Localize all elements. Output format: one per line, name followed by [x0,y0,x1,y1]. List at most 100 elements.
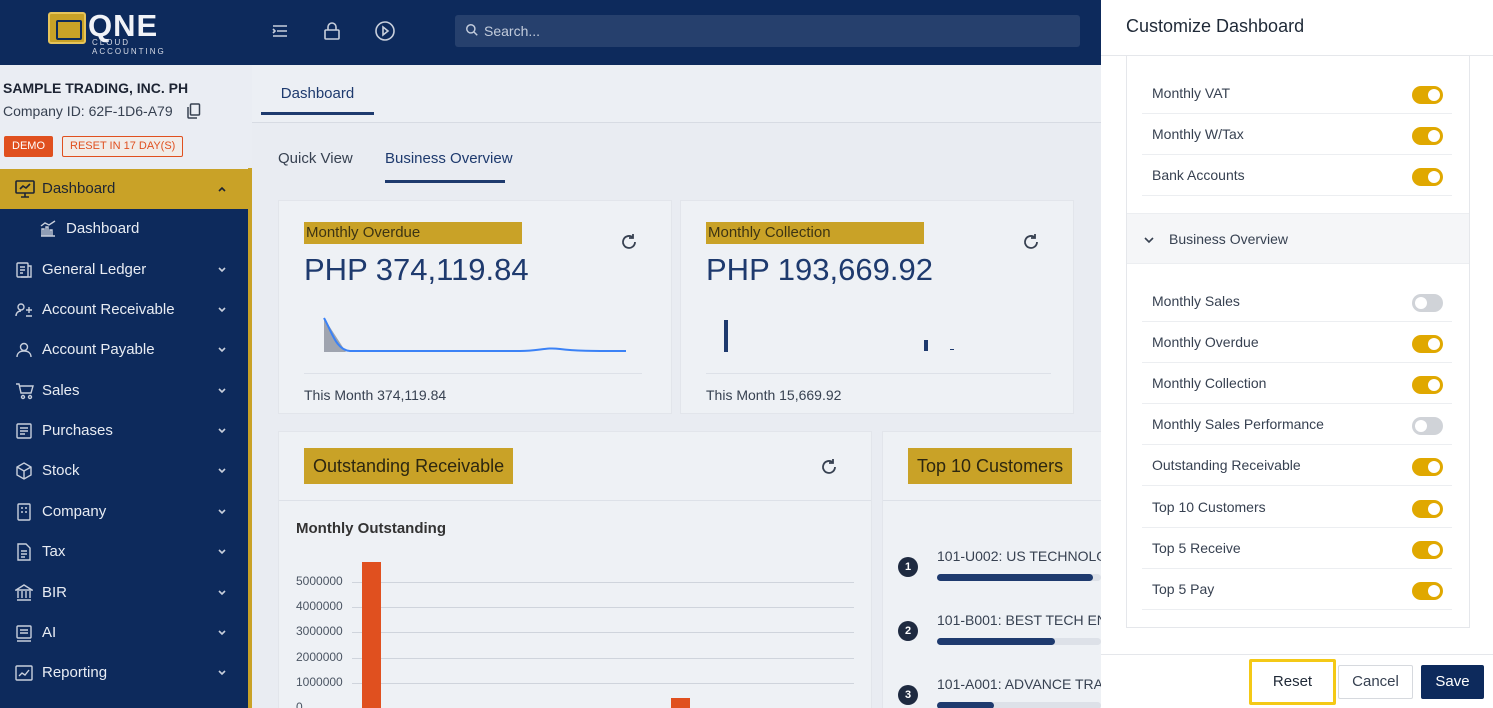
collection-sparkline [724,320,954,352]
sidebar-item-label: Account Payable [42,341,155,358]
lock-icon[interactable] [320,19,344,43]
top-customers-label: Top 10 Customers [908,448,1073,484]
customer-name[interactable]: 101-U002: US TECHNOLO [937,548,1101,564]
toggle-label: Top 5 Receive [1152,539,1241,556]
document-icon [15,543,33,561]
group-label: Business Overview [1169,231,1289,247]
toggle-switch[interactable] [1412,540,1443,559]
logo-subtext: CLOUD ACCOUNTING [92,38,166,56]
gridline [352,582,854,583]
tab-dashboard[interactable]: Dashboard [261,83,374,115]
y-tick-label: 3000000 [296,624,343,639]
customer-bar [937,702,994,708]
gridline [352,657,854,659]
toggle-label: Monthly Sales Performance [1152,416,1324,433]
tab-bar: Dashboard [252,65,1101,123]
subtab-business-overview[interactable]: Business Overview [385,150,513,167]
toggle-switch[interactable] [1412,127,1443,146]
company-name: SAMPLE TRADING, INC. PH [3,80,189,96]
refresh-icon[interactable] [620,233,638,251]
cancel-button[interactable]: Cancel [1338,665,1413,699]
sidebar-item-label: Dashboard [66,220,140,237]
toggle-switch[interactable] [1412,458,1443,477]
toggle-switch[interactable] [1412,376,1443,395]
card-divider [304,373,642,374]
chart-bar[interactable] [671,697,690,708]
toggle-label: Bank Accounts [1152,167,1245,184]
sidebar-item-purchases[interactable]: Purchases [0,411,248,451]
y-tick-label: 1000000 [296,674,343,689]
search-input[interactable] [484,15,1044,47]
sidebar-item-label: Account Receivable [42,301,175,318]
toggle-switch[interactable] [1412,499,1443,518]
toggle-label: Monthly Overdue [1152,334,1259,351]
refresh-icon[interactable] [820,458,838,476]
card-footer: This Month 15,669.92 [706,387,842,403]
toggle-switch[interactable] [1412,335,1443,354]
sidebar-item-dashboard[interactable]: Dashboard [0,169,248,209]
card-value: PHP 374,119.84 [304,252,529,287]
toggle-switch[interactable] [1412,168,1443,187]
toggle-label: Monthly W/Tax [1152,126,1244,143]
toggle-switch[interactable] [1412,417,1443,436]
copy-icon[interactable] [187,103,201,119]
sidebar-item-label: Purchases [42,422,113,439]
sidebar-item-ai[interactable]: AI [0,613,248,653]
qne-logo[interactable]: QNE CLOUD ACCOUNTING [48,8,204,56]
chevron-down-icon [216,304,228,316]
play-circle-icon[interactable] [373,19,397,43]
chevron-down-icon [216,546,228,558]
toggle-row: Monthly Collection [1142,363,1452,405]
sidebar-item-stock[interactable]: Stock [0,451,248,491]
sidebar-item-tax[interactable]: Tax [0,532,248,572]
gridline [352,682,854,684]
card-divider [279,500,871,501]
card-divider [883,500,1103,501]
sidebar-item-bir[interactable]: BIR [0,573,248,613]
y-tick-label: 0 [296,700,303,708]
chevron-down-icon [216,425,228,437]
business-overview-group-header[interactable]: Business Overview [1127,213,1469,264]
toggle-row: Monthly Sales [1142,281,1452,322]
chevron-down-icon [216,264,228,276]
sidebar-item-label: BIR [42,584,68,601]
chevron-down-icon [216,385,228,397]
card-footer: This Month 374,119.84 [304,387,447,403]
search-icon [465,23,479,37]
customer-rank-badge: 2 [898,621,918,641]
bir-icon [15,584,33,602]
demo-badge: DEMO [4,136,53,157]
customer-rank-badge: 1 [898,557,918,577]
menu-collapse-icon[interactable] [268,19,292,43]
ai-icon [15,624,33,642]
sidebar-item-sales[interactable]: Sales [0,371,248,411]
chevron-down-icon [216,506,228,518]
sidebar-item-company[interactable]: Company [0,492,248,532]
chart-bar[interactable] [362,561,381,708]
sidebar-subitem-dashboard[interactable]: Dashboard [0,209,248,249]
toggle-label: Top 5 Pay [1152,580,1215,597]
customer-rank-badge: 3 [898,685,918,705]
reset-button[interactable]: Reset [1249,659,1336,705]
sidebar-item-account-receivable[interactable]: Account Receivable [0,290,248,330]
search-bar[interactable] [455,15,1080,47]
toggle-switch[interactable] [1412,294,1443,312]
subtab-quick-view[interactable]: Quick View [278,150,353,167]
chevron-down-icon [216,667,228,679]
customer-name[interactable]: 101-A001: ADVANCE TRA [937,676,1101,692]
sidebar-item-reporting[interactable]: Reporting [0,653,248,693]
save-button[interactable]: Save [1421,665,1484,699]
sidebar-item-general-ledger[interactable]: General Ledger [0,250,248,290]
y-tick-label: 5000000 [296,574,343,588]
monitor-icon [15,180,35,198]
toggle-switch[interactable] [1412,581,1443,600]
customer-name[interactable]: 101-B001: BEST TECH EN [937,612,1101,628]
sidebar-item-account-payable[interactable]: Account Payable [0,330,248,370]
toggle-switch[interactable] [1412,86,1443,104]
y-tick-label: 2000000 [296,649,343,664]
refresh-icon[interactable] [1022,233,1040,251]
toggle-label: Monthly VAT [1152,85,1231,101]
sidebar-item-label: Stock [42,462,80,479]
toggle-row: Monthly VAT [1142,73,1452,114]
building-icon [15,503,33,521]
